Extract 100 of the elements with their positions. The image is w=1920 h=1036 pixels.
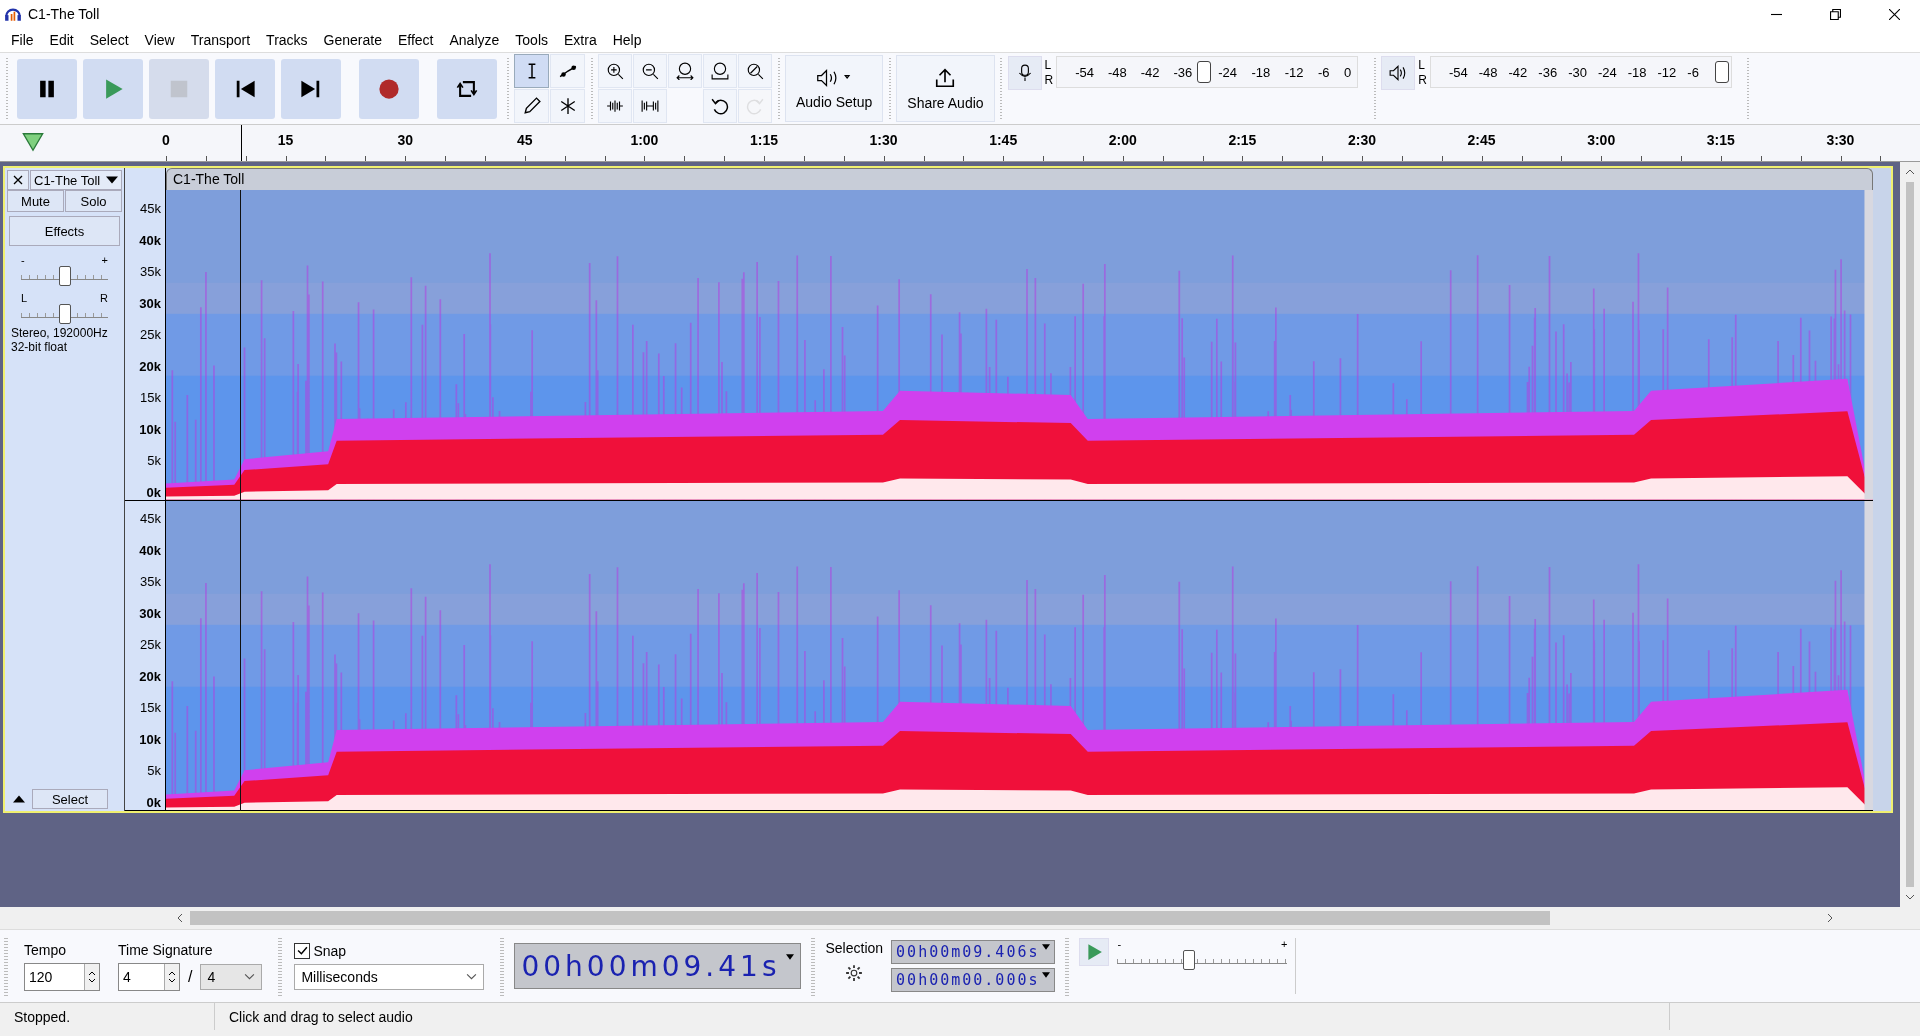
select-tool[interactable] xyxy=(514,54,549,88)
snap-unit-dropdown[interactable]: Milliseconds xyxy=(294,963,485,990)
menu-item[interactable]: View xyxy=(136,32,183,48)
vertical-scrollbar[interactable] xyxy=(1900,162,1920,907)
select-button[interactable]: Select xyxy=(32,789,108,809)
zoom-toggle-icon xyxy=(746,62,764,80)
envelope-tool[interactable] xyxy=(550,54,585,88)
zoom-in-button[interactable] xyxy=(598,54,632,88)
track-info: 32-bit float xyxy=(11,340,69,354)
meter-tick-label: -42 xyxy=(1508,64,1528,80)
frequency-label: 0k xyxy=(146,484,161,500)
numerator-field[interactable]: 4 xyxy=(118,962,180,991)
skip-start-button[interactable] xyxy=(215,58,275,119)
slider-thumb[interactable] xyxy=(1182,950,1195,970)
play-head-icon[interactable] xyxy=(22,131,44,153)
scroll-up-icon[interactable] xyxy=(1905,168,1915,176)
close-icon[interactable] xyxy=(1889,8,1900,20)
solo-button[interactable]: Solo xyxy=(65,190,122,212)
draw-tool[interactable] xyxy=(514,89,549,123)
meter-tick-label: -42 xyxy=(1140,64,1160,80)
menu-item[interactable]: Effect xyxy=(389,32,442,48)
record-meter-button[interactable] xyxy=(1007,56,1042,90)
timeline-tick-label: 3:30 xyxy=(1826,132,1855,148)
settings-icon[interactable] xyxy=(845,964,864,982)
timeline-tick-label: 2:15 xyxy=(1228,132,1257,148)
selection-start-field[interactable]: 00h00m09.406s xyxy=(891,940,1056,964)
skip-end-button[interactable] xyxy=(281,58,341,119)
effects-button[interactable]: Effects xyxy=(9,216,120,246)
slider-label: + xyxy=(101,254,108,266)
menu-item[interactable]: Transport xyxy=(182,32,259,48)
envelope-icon xyxy=(558,62,577,80)
selection-length-field[interactable]: 00h00m00.000s xyxy=(891,968,1056,992)
scroll-left-icon[interactable] xyxy=(176,913,184,923)
scroll-right-icon[interactable] xyxy=(1826,913,1834,923)
channel-label: L xyxy=(1044,58,1053,73)
play-icon xyxy=(1085,943,1104,961)
spin-arrows-icon[interactable] xyxy=(168,969,176,984)
selection-label: Selection xyxy=(825,940,884,956)
share-audio-button[interactable]: Share Audio xyxy=(896,55,995,122)
play-button[interactable] xyxy=(83,58,143,119)
play-at-speed-button[interactable] xyxy=(1079,938,1110,966)
meter-tick-label: -48 xyxy=(1108,64,1127,80)
slider-label: - xyxy=(21,254,25,266)
menu-item[interactable]: Analyze xyxy=(441,32,508,48)
slider-thumb[interactable] xyxy=(58,266,71,286)
scroll-down-icon[interactable] xyxy=(1905,893,1915,901)
caret-icon xyxy=(1042,972,1051,978)
multi-tool[interactable] xyxy=(550,89,585,123)
meter-tick-label: -30 xyxy=(1568,64,1587,80)
meter-tick-label: -54 xyxy=(1448,64,1468,80)
menu-item[interactable]: Select xyxy=(81,32,137,48)
redo-icon xyxy=(746,97,764,115)
timeline-tick-label: 1:30 xyxy=(869,132,898,148)
meter-slider-thumb[interactable] xyxy=(1197,61,1212,83)
tempo-field[interactable]: 120 xyxy=(24,962,100,991)
menu-item[interactable]: Tools xyxy=(507,32,556,48)
play-meter-button[interactable] xyxy=(1381,56,1416,90)
slider-label: - xyxy=(1117,938,1122,950)
mute-button[interactable]: Mute xyxy=(7,190,64,212)
track-name-menu[interactable]: C1-The Toll xyxy=(30,170,122,190)
chevron-down-icon xyxy=(244,973,256,980)
meter-tick-label: -12 xyxy=(1657,64,1677,80)
spin-arrows-icon[interactable] xyxy=(88,969,96,984)
menu-item[interactable]: Edit xyxy=(41,32,82,48)
meter-tick-label: -54 xyxy=(1075,64,1095,80)
loop-button[interactable] xyxy=(437,58,497,119)
undo-button[interactable] xyxy=(703,89,737,123)
slider-thumb[interactable] xyxy=(58,304,71,324)
frequency-label: 0k xyxy=(146,794,161,810)
restore-icon[interactable] xyxy=(1830,8,1841,20)
undo-icon xyxy=(711,97,729,115)
channel-label: R xyxy=(1418,73,1427,88)
zoom-out-button[interactable] xyxy=(633,54,667,88)
meter-tick-label: -18 xyxy=(1251,64,1271,80)
menu-item[interactable]: Generate xyxy=(315,32,390,48)
window-title: C1-The Toll xyxy=(28,6,101,22)
timeline-tick-label: 1:15 xyxy=(750,132,778,148)
meter-slider-thumb[interactable] xyxy=(1714,61,1729,83)
fit-selection-button[interactable] xyxy=(668,54,702,88)
menu-item[interactable]: Extra xyxy=(556,32,605,48)
timeline-tick-label: 1:00 xyxy=(630,132,659,148)
pause-button[interactable] xyxy=(17,58,77,119)
clip-title-bar[interactable]: C1-The Toll xyxy=(166,168,1873,190)
audio-setup-button[interactable]: Audio Setup xyxy=(785,55,884,122)
time-display[interactable]: 00h00m09.41s xyxy=(514,943,802,989)
menu-item[interactable]: File xyxy=(3,32,42,48)
trim-button[interactable] xyxy=(598,89,632,123)
caret-icon xyxy=(786,954,795,960)
denominator-dropdown[interactable]: 4 xyxy=(200,963,263,990)
snap-checkbox[interactable] xyxy=(294,942,311,959)
silence-button[interactable] xyxy=(633,89,667,123)
record-button[interactable] xyxy=(359,58,419,119)
zoom-toggle-button[interactable] xyxy=(738,54,772,88)
fit-project-button[interactable] xyxy=(703,54,737,88)
snap-label: Snap xyxy=(313,942,347,959)
menu-item[interactable]: Help xyxy=(604,32,650,48)
menu-item[interactable]: Tracks xyxy=(258,32,316,48)
meter-tick-label: 0 xyxy=(1344,64,1352,80)
meter-tick-label: -24 xyxy=(1218,64,1238,80)
frequency-label: 15k xyxy=(140,700,161,716)
